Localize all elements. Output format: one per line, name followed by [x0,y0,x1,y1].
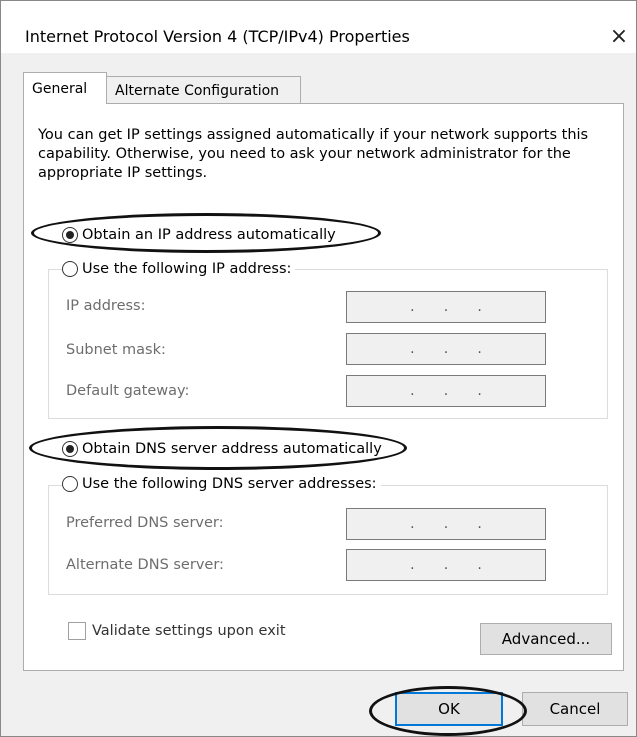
octet-separator: . [443,557,449,573]
radio-unselected-icon [62,476,78,492]
radio-selected-icon [62,441,78,457]
octet-separator: . [477,516,482,532]
octet-separator: . [477,341,482,357]
ok-button[interactable]: OK [395,692,503,726]
use-following-ip-radio[interactable]: Use the following IP address: [62,261,296,277]
obtain-ip-auto-label: Obtain an IP address automatically [82,227,336,243]
octet-separator: . [410,299,415,315]
radio-selected-icon [62,227,78,243]
preferred-dns-label: Preferred DNS server: [66,515,224,531]
validate-settings-checkbox[interactable]: Validate settings upon exit [68,622,286,640]
use-following-dns-radio[interactable]: Use the following DNS server addresses: [62,476,381,492]
octet-separator: . [443,516,449,532]
window-title: Internet Protocol Version 4 (TCP/IPv4) P… [25,27,410,46]
use-following-dns-label: Use the following DNS server addresses: [82,476,377,492]
general-tab-panel: You can get IP settings assigned automat… [23,103,624,671]
tab-label: Alternate Configuration [115,82,280,99]
octet-separator: . [477,383,482,399]
octet-separator: . [410,557,415,573]
intro-text: You can get IP settings assigned automat… [38,127,589,181]
tab-alternate-configuration[interactable]: Alternate Configuration [106,76,301,104]
octet-separator: . [443,341,449,357]
obtain-dns-auto-label: Obtain DNS server address automatically [82,441,382,457]
octet-separator: . [410,383,415,399]
octet-separator: . [443,299,449,315]
octet-separator: . [477,557,482,573]
tab-label: General [32,80,88,97]
use-following-ip-label: Use the following IP address: [82,261,292,277]
octet-separator: . [410,341,415,357]
cancel-button[interactable]: Cancel [522,692,628,726]
subnet-mask-field[interactable]: ... [346,333,546,365]
alternate-dns-field[interactable]: ... [346,549,546,581]
octet-separator: . [477,299,482,315]
default-gateway-field[interactable]: ... [346,375,546,407]
default-gateway-label: Default gateway: [66,383,190,399]
tab-general[interactable]: General [23,72,107,104]
radio-unselected-icon [62,261,78,277]
checkbox-icon [68,622,86,640]
obtain-dns-auto-radio[interactable]: Obtain DNS server address automatically [62,441,386,457]
preferred-dns-field[interactable]: ... [346,508,546,540]
alternate-dns-label: Alternate DNS server: [66,557,224,573]
octet-separator: . [443,383,449,399]
close-icon[interactable]: × [602,19,636,53]
title-bar: Internet Protocol Version 4 (TCP/IPv4) P… [1,1,636,53]
advanced-button[interactable]: Advanced... [480,623,612,655]
validate-settings-label: Validate settings upon exit [92,623,286,639]
subnet-mask-label: Subnet mask: [66,342,166,358]
ip-address-label: IP address: [66,298,146,314]
ip-address-field[interactable]: ... [346,291,546,323]
tcpip-properties-dialog: Internet Protocol Version 4 (TCP/IPv4) P… [0,0,637,737]
octet-separator: . [410,516,415,532]
obtain-ip-auto-radio[interactable]: Obtain an IP address automatically [62,227,340,243]
